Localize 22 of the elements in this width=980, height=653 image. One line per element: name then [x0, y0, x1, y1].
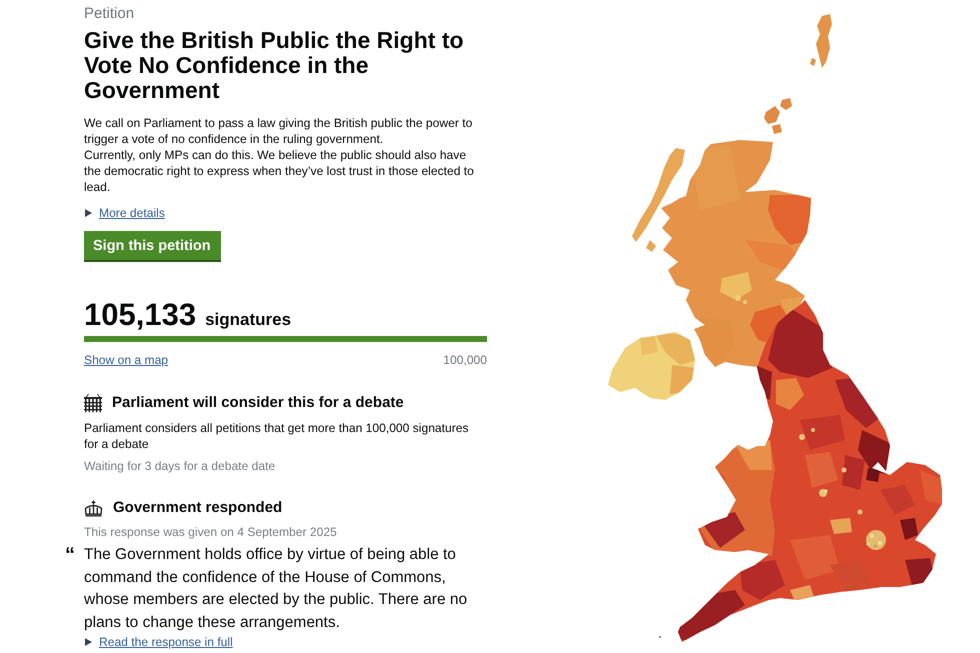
triangle-icon — [85, 638, 92, 646]
signature-count: 105,133 — [84, 298, 196, 332]
response-quote: The Government holds office by virtue of being able to command the confidence of the House of Commons, whose members are elected by the public. There are no plans to change these arrangements. — [84, 545, 468, 632]
signature-target: 100,000 — [443, 352, 487, 368]
debate-status: Waiting for 3 days for a debate date — [84, 458, 276, 474]
portcullis-icon — [84, 394, 102, 412]
signatures-label: signatures — [205, 310, 292, 330]
sign-petition-button[interactable]: Sign this petition — [84, 231, 221, 260]
petition-label: Petition — [84, 5, 136, 23]
triangle-icon — [85, 209, 92, 217]
read-response-link[interactable]: Read the response in full — [99, 634, 233, 650]
petition-title: Give the British Public the Right to Vote No Confidence in the Government — [84, 28, 465, 103]
response-date: This response was given on 4 September 2025 — [84, 524, 338, 540]
crown-icon — [84, 500, 103, 516]
petition-description: Currently, only MPs can do this. We believe the public should also have the democratic right to express when they’ve lost trust in those elected to lead. — [84, 147, 475, 195]
debate-heading: Parliament will consider this for a debate — [112, 393, 404, 413]
petition-description: We call on Parliament to pass a law giving the British public the power to trigger a vote of no confidence in the ruling government. — [84, 115, 474, 147]
response-heading: Government responded — [113, 498, 282, 518]
show-map-link[interactable]: Show on a map — [84, 352, 168, 368]
more-details-link[interactable]: More details — [99, 205, 165, 221]
quotation-mark: “ — [65, 544, 76, 568]
debate-description: Parliament considers all petitions that get more than 100,000 signatures for a debate — [84, 420, 470, 452]
